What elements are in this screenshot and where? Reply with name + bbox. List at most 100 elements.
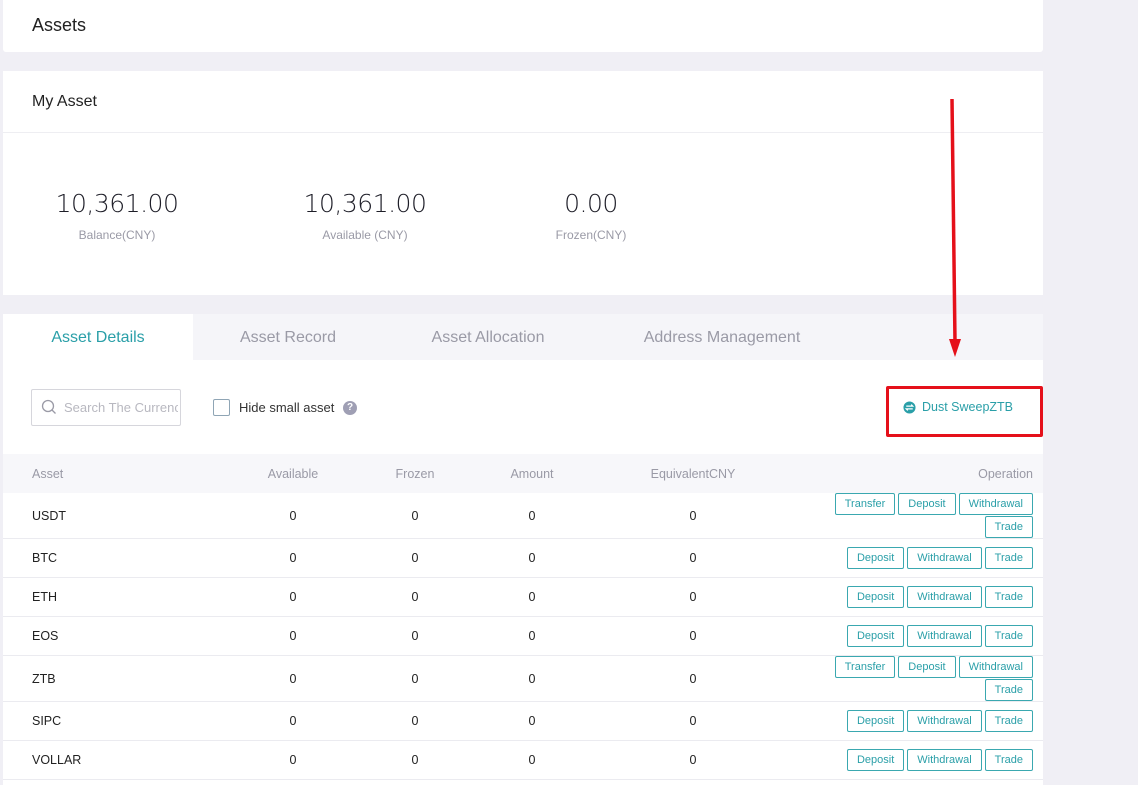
column-header-asset: Asset — [32, 467, 64, 481]
hide-small-asset-checkbox[interactable] — [213, 399, 230, 416]
table-header: Asset Available Frozen Amount Equivalent… — [3, 454, 1043, 493]
table-row: BTC 0 0 0 0 Deposit Withdrawal Trade — [3, 539, 1043, 578]
amount-cell: 0 — [528, 551, 536, 565]
table-row: USDT 0 0 0 0 Transfer Deposit Withdrawal Trade — [3, 493, 1043, 539]
balance-label: Balance(CNY) — [78, 228, 156, 242]
available-cell: 0 — [289, 551, 297, 565]
amount-cell: 0 — [528, 714, 536, 728]
withdrawal-button[interactable]: Withdrawal — [907, 547, 982, 569]
table-body: USDT 0 0 0 0 Transfer Deposit Withdrawal Trade BT… — [3, 493, 1043, 780]
asset-table: Asset Available Frozen Amount Equivalent… — [3, 454, 1043, 780]
operation-buttons: Deposit Withdrawal Trade — [823, 539, 1033, 577]
amount-cell: 0 — [528, 753, 536, 767]
operation-buttons: Deposit Withdrawal Trade — [823, 702, 1033, 740]
trade-button[interactable]: Trade — [984, 679, 1033, 701]
equivalent-cny-cell: 0 — [689, 508, 697, 523]
amount-cell: 0 — [528, 508, 536, 523]
available-cell: 0 — [289, 508, 297, 523]
asset-cell: EOS — [32, 629, 59, 643]
my-asset-title: My Asset — [32, 93, 97, 110]
transfer-button[interactable]: Transfer — [834, 656, 896, 678]
frozen-cell: 0 — [411, 590, 419, 604]
equivalent-cny-cell: 0 — [689, 714, 697, 728]
operation-buttons: Deposit Withdrawal Trade — [823, 741, 1033, 779]
frozen-cell: 0 — [411, 629, 419, 643]
hide-small-asset-label: Hide small asset — [239, 400, 335, 415]
balance-value: 10,361.00 — [55, 189, 179, 218]
frozen-cell: 0 — [411, 671, 419, 686]
dust-sweep-label: Dust SweepZTB — [922, 400, 1014, 414]
trade-button[interactable]: Trade — [984, 586, 1033, 608]
available-cell: 0 — [289, 753, 297, 767]
amount-cell: 0 — [528, 629, 536, 643]
deposit-button[interactable]: Deposit — [846, 625, 905, 647]
operation-buttons: Transfer Deposit Withdrawal Trade — [823, 656, 1033, 701]
search-box[interactable] — [31, 389, 181, 426]
column-header-amount: Amount — [510, 467, 554, 481]
deposit-button[interactable]: Deposit — [846, 749, 905, 771]
search-input[interactable] — [64, 390, 178, 425]
frozen-cell: 0 — [411, 753, 419, 767]
amount-cell: 0 — [528, 671, 536, 686]
tab-asset-record[interactable]: Asset Record — [193, 314, 383, 360]
asset-cell: VOLLAR — [32, 753, 82, 767]
operation-buttons: Deposit Withdrawal Trade — [823, 578, 1033, 616]
asset-cell: BTC — [32, 551, 57, 565]
balance-stat: 10,361.00 Balance(CNY) — [17, 189, 217, 242]
table-row: ZTB 0 0 0 0 Transfer Deposit Withdrawal Trade — [3, 656, 1043, 702]
table-row: SIPC 0 0 0 0 Deposit Withdrawal Trade — [3, 702, 1043, 741]
deposit-button[interactable]: Deposit — [898, 656, 956, 678]
tab-address-management[interactable]: Address Management — [593, 314, 851, 360]
withdrawal-button[interactable]: Withdrawal — [907, 749, 982, 771]
operation-buttons: Transfer Deposit Withdrawal Trade — [823, 493, 1033, 538]
tab-asset-allocation[interactable]: Asset Allocation — [383, 314, 593, 360]
transfer-button[interactable]: Transfer — [834, 493, 896, 515]
tab-asset-details[interactable]: Asset Details — [3, 314, 193, 360]
deposit-button[interactable]: Deposit — [846, 547, 905, 569]
deposit-button[interactable]: Deposit — [898, 493, 956, 515]
question-circle-icon[interactable]: ? — [343, 401, 357, 415]
deposit-button[interactable]: Deposit — [846, 586, 905, 608]
asset-cell: ETH — [32, 590, 57, 604]
withdrawal-button[interactable]: Withdrawal — [907, 710, 982, 732]
table-row: EOS 0 0 0 0 Deposit Withdrawal Trade — [3, 617, 1043, 656]
available-cell: 0 — [289, 714, 297, 728]
equivalent-cny-cell: 0 — [689, 671, 697, 686]
page-header: Assets — [3, 0, 1043, 52]
exchange-circle-icon — [903, 400, 916, 414]
withdrawal-button[interactable]: Withdrawal — [958, 656, 1033, 678]
column-header-available: Available — [267, 467, 319, 481]
page-title: Assets — [32, 15, 87, 35]
column-header-frozen: Frozen — [395, 467, 435, 481]
trade-button[interactable]: Trade — [984, 547, 1033, 569]
withdrawal-button[interactable]: Withdrawal — [958, 493, 1033, 515]
table-row: VOLLAR 0 0 0 0 Deposit Withdrawal Trade — [3, 741, 1043, 780]
table-row: ETH 0 0 0 0 Deposit Withdrawal Trade — [3, 578, 1043, 617]
column-header-operation: Operation — [978, 467, 1033, 481]
trade-button[interactable]: Trade — [984, 749, 1033, 771]
operation-buttons: Deposit Withdrawal Trade — [823, 617, 1033, 655]
withdrawal-button[interactable]: Withdrawal — [907, 625, 982, 647]
toolbar: Hide small asset ? Dust SweepZTB — [3, 360, 1043, 454]
my-asset-panel: My Asset 10,361.00 Balance(CNY) 10,361.0… — [3, 71, 1043, 295]
deposit-button[interactable]: Deposit — [846, 710, 905, 732]
available-cell: 0 — [289, 590, 297, 604]
trade-button[interactable]: Trade — [984, 710, 1033, 732]
equivalent-cny-cell: 0 — [689, 753, 697, 767]
search-icon — [41, 399, 56, 414]
trade-button[interactable]: Trade — [984, 625, 1033, 647]
frozen-cell: 0 — [411, 551, 419, 565]
frozen-stat: 0.00 Frozen(CNY) — [491, 189, 691, 242]
frozen-cell: 0 — [411, 714, 419, 728]
equivalent-cny-cell: 0 — [689, 590, 697, 604]
my-asset-header: My Asset — [3, 71, 1043, 133]
available-cell: 0 — [289, 629, 297, 643]
column-header-equivalent-cny: EquivalentCNY — [650, 467, 736, 481]
dust-sweep-button[interactable]: Dust SweepZTB — [903, 400, 1013, 414]
asset-cell: SIPC — [32, 714, 62, 728]
withdrawal-button[interactable]: Withdrawal — [907, 586, 982, 608]
amount-cell: 0 — [528, 590, 536, 604]
available-cell: 0 — [289, 671, 297, 686]
tab-bar: Asset Details Asset Record Asset Allocat… — [3, 314, 1043, 360]
trade-button[interactable]: Trade — [984, 516, 1033, 538]
